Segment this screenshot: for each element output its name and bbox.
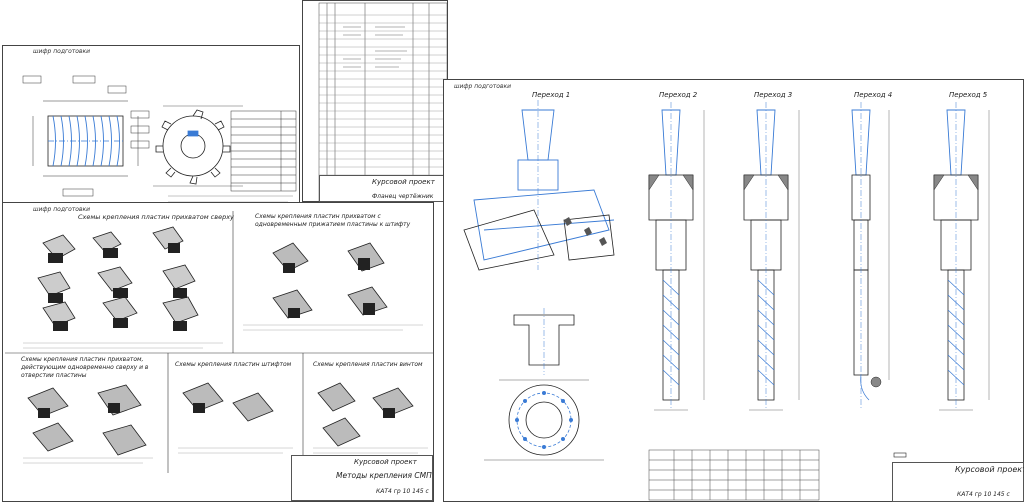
- title-block-code: КАТ4 гр 10 145 с: [376, 488, 429, 495]
- sheet-specification: Курсовой проект Фланец чертёжник: [302, 0, 448, 202]
- sheet-schemes: шифр подготовки Схемы крепления пластин …: [2, 202, 434, 502]
- title-block-project: Курсовой проект: [372, 178, 435, 186]
- specification-table: [318, 2, 448, 202]
- title-block-project: Курсовой проект: [955, 465, 1024, 474]
- title-block-project: Курсовой проект: [354, 458, 417, 466]
- title-block-name: Методы крепления СМП: [336, 471, 432, 480]
- title-block-code: КАТ4 гр 10 145 с: [957, 491, 1010, 498]
- sheet-tooling: шифр подготовки Переход 1 Переход 2 Пере…: [443, 79, 1024, 502]
- title-block-spec: Курсовой проект Фланец чертёжник: [319, 175, 447, 202]
- tooling-drawing: [463, 100, 990, 501]
- title-block-tooling: Курсовой проект КАТ4 гр 10 145 с: [892, 462, 1024, 502]
- title-block-name: Фланец чертёжник: [372, 193, 434, 200]
- title-block-schemes: Курсовой проект Методы крепления СМП КАТ…: [291, 455, 433, 501]
